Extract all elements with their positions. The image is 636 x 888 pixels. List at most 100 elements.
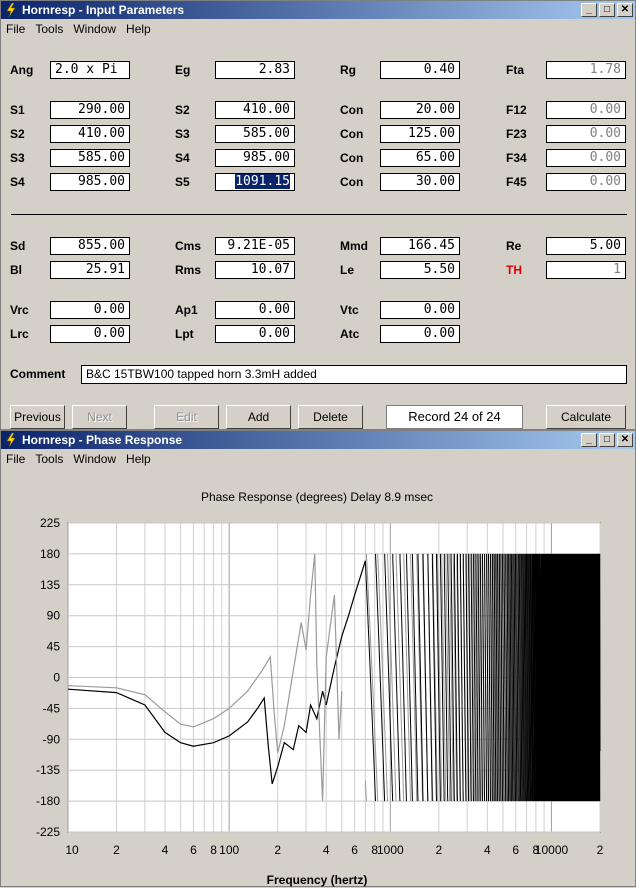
con-label-1: Con bbox=[340, 103, 364, 117]
le-field[interactable]: 5.50 bbox=[380, 261, 460, 279]
add-button[interactable]: Add bbox=[226, 405, 291, 429]
menu-window[interactable]: Window bbox=[73, 22, 116, 36]
s1-field[interactable]: 290.00 bbox=[50, 101, 130, 119]
s1-label: S1 bbox=[10, 103, 25, 117]
maximize-icon[interactable]: □ bbox=[599, 3, 615, 17]
y-tick-label: -135 bbox=[36, 763, 60, 777]
atc-label: Atc bbox=[340, 327, 360, 341]
x-tick-label: 6 bbox=[190, 843, 197, 857]
minimize-icon[interactable]: _ bbox=[581, 3, 597, 17]
sd-label: Sd bbox=[10, 239, 26, 253]
y-tick-label: -225 bbox=[36, 825, 60, 839]
ang-field[interactable]: 2.0 x Pi bbox=[50, 61, 130, 79]
fta-field[interactable]: 1.78 bbox=[546, 61, 626, 79]
lrc-label: Lrc bbox=[10, 327, 29, 341]
f34-label: F34 bbox=[506, 151, 527, 165]
con-label-2: Con bbox=[340, 127, 364, 141]
vrc-label: Vrc bbox=[10, 303, 29, 317]
cms-field[interactable]: 9.21E-05 bbox=[215, 237, 295, 255]
x-tick-label: 10000 bbox=[535, 843, 569, 857]
rg-label: Rg bbox=[340, 63, 356, 77]
f12-label: F12 bbox=[506, 103, 527, 117]
eg-field[interactable]: 2.83 bbox=[215, 61, 295, 79]
chart-title: Phase Response (degrees) Delay 8.9 msec bbox=[201, 490, 433, 504]
x-tick-label: 4 bbox=[162, 843, 169, 857]
con-field-4[interactable]: 30.00 bbox=[380, 173, 460, 191]
comment-field[interactable]: B&C 15TBW100 tapped horn 3.3mH added bbox=[81, 365, 627, 384]
f12-field[interactable]: 0.00 bbox=[546, 101, 626, 119]
phase-chart: 22518013590450-45-90-135-180-22510 2 4 6 8 10… bbox=[36, 490, 604, 887]
con-field-1[interactable]: 20.00 bbox=[380, 101, 460, 119]
s4-field[interactable]: 985.00 bbox=[50, 173, 130, 191]
x-tick-label: 8 bbox=[210, 843, 217, 857]
vtc-field[interactable]: 0.00 bbox=[380, 301, 460, 319]
s3-field[interactable]: 585.00 bbox=[50, 149, 130, 167]
s5-selected-text: 1091.15 bbox=[235, 174, 290, 189]
title-bar: Hornresp - Input Parameters _ □ ✕ bbox=[1, 1, 635, 19]
x-tick-label: 100 bbox=[219, 843, 239, 857]
y-tick-label: -90 bbox=[43, 732, 61, 746]
s2-label: S2 bbox=[10, 127, 25, 141]
f45-label: F45 bbox=[506, 175, 527, 189]
menu-file[interactable]: File bbox=[6, 22, 25, 36]
delete-button[interactable]: Delete bbox=[298, 405, 363, 429]
x-tick-label: 2 bbox=[274, 843, 281, 857]
next-button[interactable]: Next bbox=[72, 405, 127, 429]
s2-field-right[interactable]: 410.00 bbox=[215, 101, 295, 119]
s5-field[interactable]: 1091.15 bbox=[215, 173, 295, 191]
s3-field-right[interactable]: 585.00 bbox=[215, 125, 295, 143]
rg-field[interactable]: 0.40 bbox=[380, 61, 460, 79]
atc-field[interactable]: 0.00 bbox=[380, 325, 460, 343]
y-tick-label: 180 bbox=[40, 547, 60, 561]
vtc-label: Vtc bbox=[340, 303, 359, 317]
ap1-field[interactable]: 0.00 bbox=[215, 301, 295, 319]
le-label: Le bbox=[340, 263, 355, 277]
s2-label-right: S2 bbox=[175, 103, 190, 117]
f45-field[interactable]: 0.00 bbox=[546, 173, 626, 191]
rms-field[interactable]: 10.07 bbox=[215, 261, 295, 279]
ap1-label: Ap1 bbox=[175, 303, 198, 317]
s4-field-right[interactable]: 985.00 bbox=[215, 149, 295, 167]
mmd-field[interactable]: 166.45 bbox=[380, 237, 460, 255]
s2-field[interactable]: 410.00 bbox=[50, 125, 130, 143]
menu-bar: File Tools Window Help bbox=[1, 19, 635, 39]
y-tick-label: 135 bbox=[40, 578, 60, 592]
s3-label: S3 bbox=[10, 151, 25, 165]
con-field-3[interactable]: 65.00 bbox=[380, 149, 460, 167]
close-icon[interactable]: ✕ bbox=[617, 3, 633, 17]
con-label-3: Con bbox=[340, 151, 364, 165]
y-tick-label: 225 bbox=[40, 516, 60, 530]
lightning-icon bbox=[6, 3, 16, 17]
input-parameters-window: Hornresp - Input Parameters _ □ ✕ File T… bbox=[0, 0, 636, 430]
s4-label-right: S4 bbox=[175, 151, 190, 165]
menu-help[interactable]: Help bbox=[126, 22, 151, 36]
sd-field[interactable]: 855.00 bbox=[50, 237, 130, 255]
cms-label: Cms bbox=[175, 239, 202, 253]
edit-button[interactable]: Edit bbox=[154, 405, 219, 429]
phase-response-window: Hornresp - Phase Response _ □ ✕ File Too… bbox=[0, 430, 636, 887]
lpt-field[interactable]: 0.00 bbox=[215, 325, 295, 343]
vrc-field[interactable]: 0.00 bbox=[50, 301, 130, 319]
s4-label: S4 bbox=[10, 175, 25, 189]
y-tick-label: 45 bbox=[47, 640, 61, 654]
x-tick-label: 2 bbox=[113, 843, 120, 857]
f34-field[interactable]: 0.00 bbox=[546, 149, 626, 167]
x-tick-label: 4 bbox=[484, 843, 491, 857]
x-tick-label: 4 bbox=[323, 843, 330, 857]
y-tick-label: -180 bbox=[36, 794, 60, 808]
previous-button[interactable]: Previous bbox=[10, 405, 65, 429]
y-tick-label: 0 bbox=[53, 671, 60, 685]
bl-field[interactable]: 25.91 bbox=[50, 261, 130, 279]
th-field[interactable]: 1 bbox=[546, 261, 626, 279]
f23-field[interactable]: 0.00 bbox=[546, 125, 626, 143]
window-title: Hornresp - Input Parameters bbox=[22, 3, 185, 17]
th-label: TH bbox=[506, 263, 522, 277]
re-field[interactable]: 5.00 bbox=[546, 237, 626, 255]
menu-tools[interactable]: Tools bbox=[35, 22, 63, 36]
comment-label: Comment bbox=[10, 367, 66, 381]
calculate-button[interactable]: Calculate bbox=[546, 405, 626, 429]
lrc-field[interactable]: 0.00 bbox=[50, 325, 130, 343]
con-field-2[interactable]: 125.00 bbox=[380, 125, 460, 143]
re-label: Re bbox=[506, 239, 522, 253]
lpt-label: Lpt bbox=[175, 327, 194, 341]
